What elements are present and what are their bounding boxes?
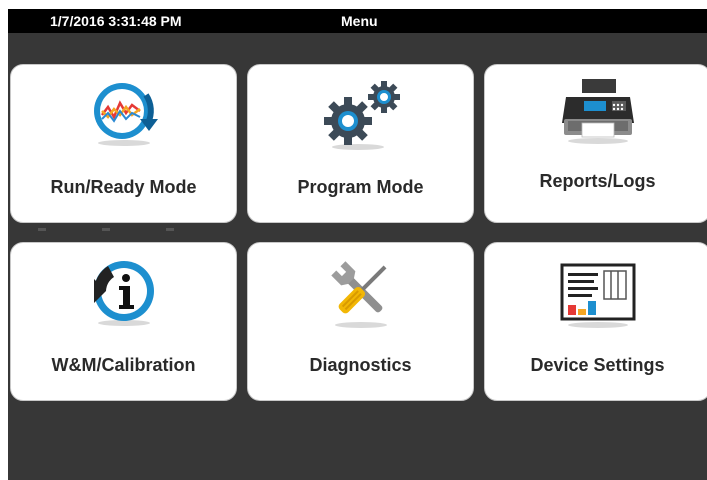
device-settings-label: Device Settings xyxy=(530,355,665,375)
printer-icon xyxy=(561,79,634,144)
run-ready-mode-button[interactable]: Run/Ready Mode xyxy=(10,64,237,223)
run-ready-chart-icon xyxy=(93,83,158,146)
reports-logs-button[interactable]: Reports/Logs xyxy=(484,64,707,223)
tools-icon xyxy=(330,261,387,328)
wm-calibration-button[interactable]: W&M/Calibration xyxy=(10,242,237,401)
divider-dash xyxy=(38,228,46,231)
gears-icon xyxy=(323,81,400,150)
diagnostics-button[interactable]: Diagnostics xyxy=(247,242,474,401)
info-icon xyxy=(93,261,154,326)
divider-dash xyxy=(166,228,174,231)
device-settings-icon xyxy=(560,263,635,328)
diagnostics-label: Diagnostics xyxy=(309,355,412,375)
program-mode-label: Program Mode xyxy=(297,177,424,197)
program-mode-button[interactable]: Program Mode xyxy=(247,64,474,223)
screen-title: Menu xyxy=(341,13,378,29)
main-screen: 1/7/2016 3:31:48 PM Menu Run/Ready Mode xyxy=(8,9,707,480)
wm-calibration-label: W&M/Calibration xyxy=(51,355,196,375)
title-bar: 1/7/2016 3:31:48 PM Menu xyxy=(8,9,707,33)
divider-dash xyxy=(102,228,110,231)
run-ready-mode-label: Run/Ready Mode xyxy=(50,177,197,197)
device-settings-button[interactable]: Device Settings xyxy=(484,242,707,401)
reports-logs-label: Reports/Logs xyxy=(539,171,656,191)
datetime-display: 1/7/2016 3:31:48 PM xyxy=(50,13,182,29)
